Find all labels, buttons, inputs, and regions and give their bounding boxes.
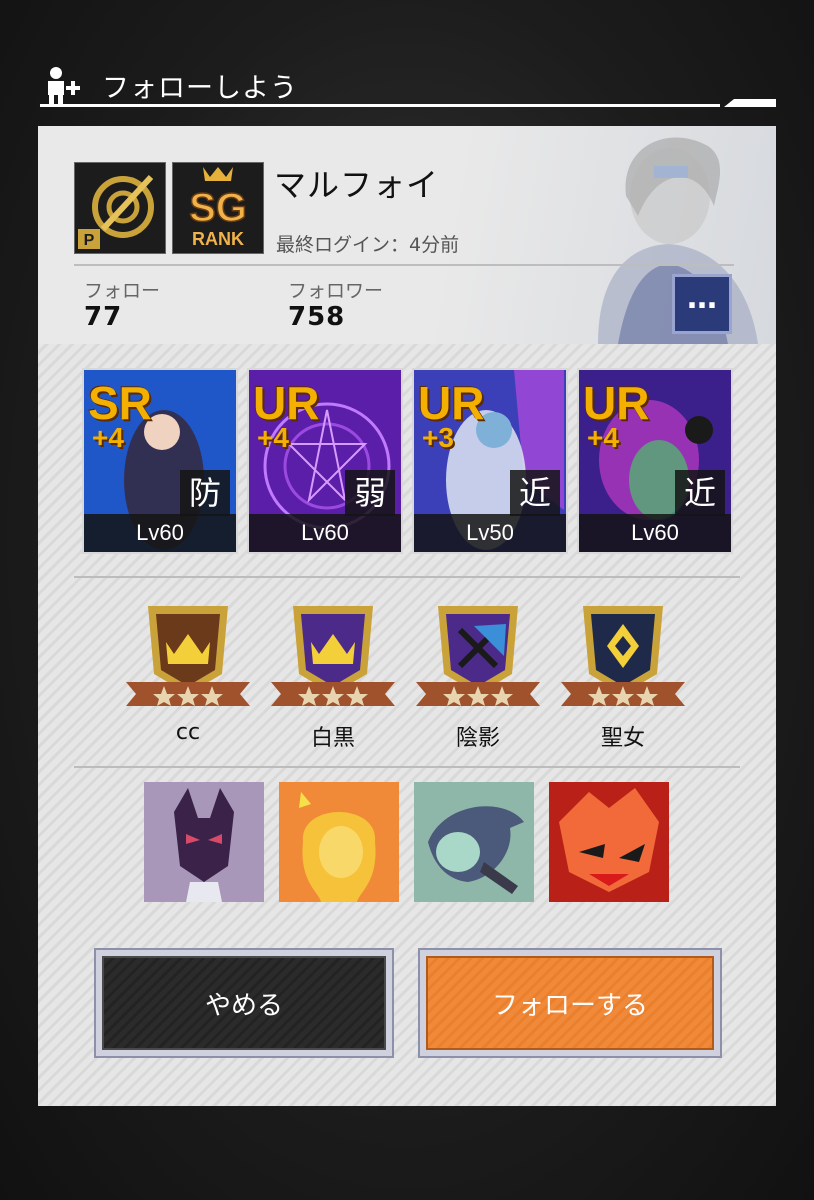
fox-mask-avatar bbox=[144, 782, 264, 902]
follow-count: 77 bbox=[84, 302, 123, 332]
cancel-button-label: やめる bbox=[102, 956, 386, 1050]
blonde-hair-avatar bbox=[279, 782, 399, 902]
diamond-emblem-icon bbox=[561, 606, 685, 706]
emblem-label: 聖女 bbox=[600, 726, 645, 751]
unit-card[interactable]: UR +3 近 Lv50 bbox=[412, 368, 568, 554]
emblem-label: cc bbox=[175, 720, 201, 745]
crown-icon bbox=[271, 606, 395, 706]
unit-card[interactable]: SR +4 防 Lv60 bbox=[82, 368, 238, 554]
unit-card[interactable]: UR +4 弱 Lv60 bbox=[247, 368, 403, 554]
unit-attribute: 近 bbox=[510, 470, 560, 516]
emblem-crown-brown bbox=[126, 602, 250, 714]
profile-card: P SG RANK マルフォイ 最終ログイン：4分前 フォロー 77 フォロワー… bbox=[38, 126, 776, 344]
unit-attribute: 防 bbox=[180, 470, 230, 516]
unit-level: Lv60 bbox=[249, 514, 401, 552]
unit-plus: +4 bbox=[587, 422, 619, 453]
profile-divider bbox=[74, 264, 734, 266]
emblem-swords bbox=[416, 602, 540, 714]
add-user-icon bbox=[48, 67, 80, 105]
section-divider bbox=[74, 576, 740, 578]
cancel-button[interactable]: やめる bbox=[94, 948, 394, 1058]
rank-label: RANK bbox=[192, 229, 244, 249]
emblem-label: 白黒 bbox=[310, 726, 355, 751]
follower-label: フォロワー bbox=[288, 280, 384, 302]
red-beast-avatar bbox=[549, 782, 669, 902]
dialog-header: フォローしよう bbox=[40, 62, 780, 110]
crossed-swords-icon bbox=[416, 606, 540, 706]
unit-attribute: 近 bbox=[675, 470, 725, 516]
badge-p-letter: P bbox=[84, 232, 95, 249]
unit-plus: +4 bbox=[257, 422, 289, 453]
emblem-crown-purple bbox=[271, 602, 395, 714]
unit-attribute: 弱 bbox=[345, 470, 395, 516]
crown-icon bbox=[126, 606, 250, 706]
unit-plus: +4 bbox=[92, 422, 124, 453]
unit-level: Lv60 bbox=[579, 514, 731, 552]
last-login: 最終ログイン：4分前 bbox=[276, 234, 460, 256]
emblem-label: 陰影 bbox=[455, 726, 500, 751]
rank-text: SG bbox=[189, 186, 247, 230]
follow-button-label: フォローする bbox=[426, 956, 714, 1050]
unit-level: Lv60 bbox=[84, 514, 236, 552]
p-rank-badge: P bbox=[74, 162, 166, 254]
header-rule-end bbox=[724, 99, 776, 107]
dialog-title: フォローしよう bbox=[102, 73, 298, 104]
follow-button[interactable]: フォローする bbox=[418, 948, 722, 1058]
unit-plus: +3 bbox=[422, 422, 454, 453]
section-divider bbox=[74, 766, 740, 768]
follow-label: フォロー bbox=[84, 280, 161, 302]
player-name: マルフォイ bbox=[274, 166, 440, 204]
sg-rank-badge: SG RANK bbox=[172, 162, 264, 254]
player-portrait bbox=[598, 137, 758, 344]
unit-card[interactable]: UR +4 近 Lv60 bbox=[577, 368, 733, 554]
more-options-button[interactable]: … bbox=[672, 274, 732, 334]
emblem-diamond bbox=[561, 602, 685, 714]
unit-level: Lv50 bbox=[414, 514, 566, 552]
follower-count: 758 bbox=[288, 302, 346, 332]
goblin-avatar bbox=[414, 782, 534, 902]
follow-dialog: P SG RANK マルフォイ 最終ログイン：4分前 フォロー 77 フォロワー… bbox=[38, 126, 776, 1106]
header-rule bbox=[40, 104, 720, 107]
